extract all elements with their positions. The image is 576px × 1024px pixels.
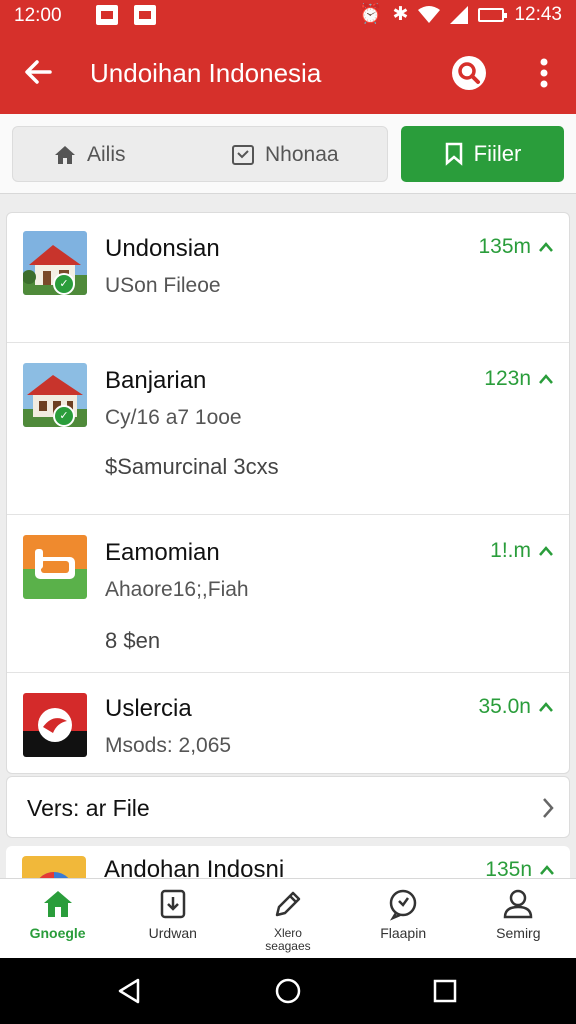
chevron-up-icon[interactable]	[540, 865, 554, 875]
nav-label: Gnoegle	[29, 925, 86, 941]
signal-icon	[450, 6, 469, 24]
search-icon[interactable]	[450, 54, 488, 92]
status-time-left: 12:00	[14, 5, 62, 26]
app-subtitle: USon Fileoe	[105, 274, 221, 297]
app-extra: 8 $en	[105, 628, 161, 653]
chevron-up-icon[interactable]	[539, 374, 553, 384]
app-subtitle: Msods: 2,065	[105, 734, 232, 757]
arrow-back-icon[interactable]	[20, 54, 56, 90]
app-size-value: 135m	[478, 235, 531, 258]
nav-label: Xlero seagaes	[265, 926, 311, 953]
app-subtitle: Cy/16 a7 1ooe	[105, 406, 242, 429]
system-navigation-bar	[0, 958, 576, 1024]
screen: 12:00 ⏰ ✱ 12:43 Undoihan Indonesia Ailis…	[0, 0, 576, 1024]
app-size-value: 123n	[484, 367, 531, 390]
app-list: ✓ Undonsian USon Fileoe 135m ✓ Banjarian…	[6, 212, 570, 774]
alarm-icon: ⏰	[358, 4, 383, 25]
app-extra: $Samurcinal 3cxs	[105, 454, 279, 479]
status-time-right: 12:43	[514, 4, 562, 25]
segment-ailis[interactable]: Ailis	[53, 127, 126, 183]
nav-label: Flaapin	[380, 925, 427, 941]
bottom-navigation: Gnoegle Urdwan Xlero seagaes Flaapin Semi…	[0, 878, 576, 958]
version-file-row[interactable]: Vers: ar File	[6, 776, 570, 838]
nav-label: Urdwan	[148, 925, 197, 941]
app-thumbnail	[23, 535, 87, 599]
status-bar: 12:00 ⏰ ✱ 12:43	[0, 0, 576, 32]
app-size: 35.0n	[478, 695, 553, 719]
segment-nhonaa[interactable]: Nhonaa	[231, 127, 339, 183]
app-title: Undonsian	[105, 235, 220, 262]
top-bar: 12:00 ⏰ ✱ 12:43 Undoihan Indonesia	[0, 0, 576, 114]
nav-item-gnoegle[interactable]: Gnoegle	[0, 879, 115, 959]
segment-label: Nhonaa	[265, 143, 339, 166]
app-title: Banjarian	[105, 367, 207, 394]
list-item[interactable]: ✓ Banjarian Cy/16 a7 1ooe $Samurcinal 3c…	[7, 343, 569, 515]
wifi-icon	[418, 6, 441, 23]
segment-label: Ailis	[87, 143, 126, 166]
nav-item-semirg[interactable]: Semirg	[461, 879, 576, 959]
nav-home-icon[interactable]	[273, 976, 303, 1006]
app-title: Uslercia	[105, 695, 192, 722]
list-item[interactable]: ✓ Undonsian USon Fileoe 135m	[7, 213, 569, 343]
checkbox-icon	[232, 145, 254, 165]
nav-back-icon[interactable]	[114, 976, 144, 1006]
nav-recents-icon[interactable]	[430, 976, 460, 1006]
chevron-up-icon[interactable]	[539, 702, 553, 712]
battery-icon	[478, 8, 508, 22]
filter-button[interactable]: Fiiler	[401, 126, 564, 182]
list-item[interactable]: Eamomian Ahaore16;,Fiah 8 $en 1!.m	[7, 515, 569, 673]
app-size: 123n	[484, 367, 553, 391]
notification-icon	[96, 5, 118, 25]
version-label: Vers: ar File	[27, 795, 150, 821]
page-title: Undoihan Indonesia	[90, 58, 322, 88]
person-icon	[504, 889, 533, 919]
app-size: 135m	[478, 235, 553, 259]
filter-button-label: Fiiler	[473, 141, 522, 166]
chevron-up-icon[interactable]	[539, 546, 553, 556]
download-icon	[160, 889, 186, 919]
nav-item-flaapin[interactable]: Flaapin	[346, 879, 461, 959]
app-subtitle: Ahaore16;,Fiah	[105, 578, 249, 601]
app-thumbnail	[23, 693, 87, 757]
home-icon	[55, 146, 75, 164]
verified-badge: ✓	[53, 273, 75, 295]
filter-strip: Ailis Nhonaa Fiiler	[0, 114, 576, 194]
app-size: 1!.m	[490, 539, 553, 563]
chevron-up-icon[interactable]	[539, 242, 553, 252]
chat-icon	[389, 889, 417, 921]
gallery-notification-icon	[134, 5, 156, 25]
nav-label: Semirg	[496, 925, 541, 941]
nav-item-xlero[interactable]: Xlero seagaes	[230, 879, 345, 959]
bookmark-icon	[445, 142, 462, 166]
bluetooth-icon: ✱	[392, 4, 409, 25]
more-vert-icon[interactable]	[530, 54, 558, 92]
segment-control: Ailis Nhonaa	[12, 126, 388, 182]
verified-badge: ✓	[53, 405, 75, 427]
status-icons: ⏰ ✱ 12:43	[359, 4, 562, 26]
edit-icon	[275, 891, 301, 917]
app-title: Eamomian	[105, 539, 220, 566]
nav-item-urdwan[interactable]: Urdwan	[115, 879, 230, 959]
app-size-value: 1!.m	[490, 539, 531, 562]
chevron-right-icon	[543, 798, 554, 818]
app-bar: Undoihan Indonesia	[0, 32, 576, 114]
home-icon	[43, 891, 72, 917]
list-item[interactable]: Uslercia Msods: 2,065 35.0n	[7, 673, 569, 773]
app-size-value: 35.0n	[478, 695, 531, 718]
